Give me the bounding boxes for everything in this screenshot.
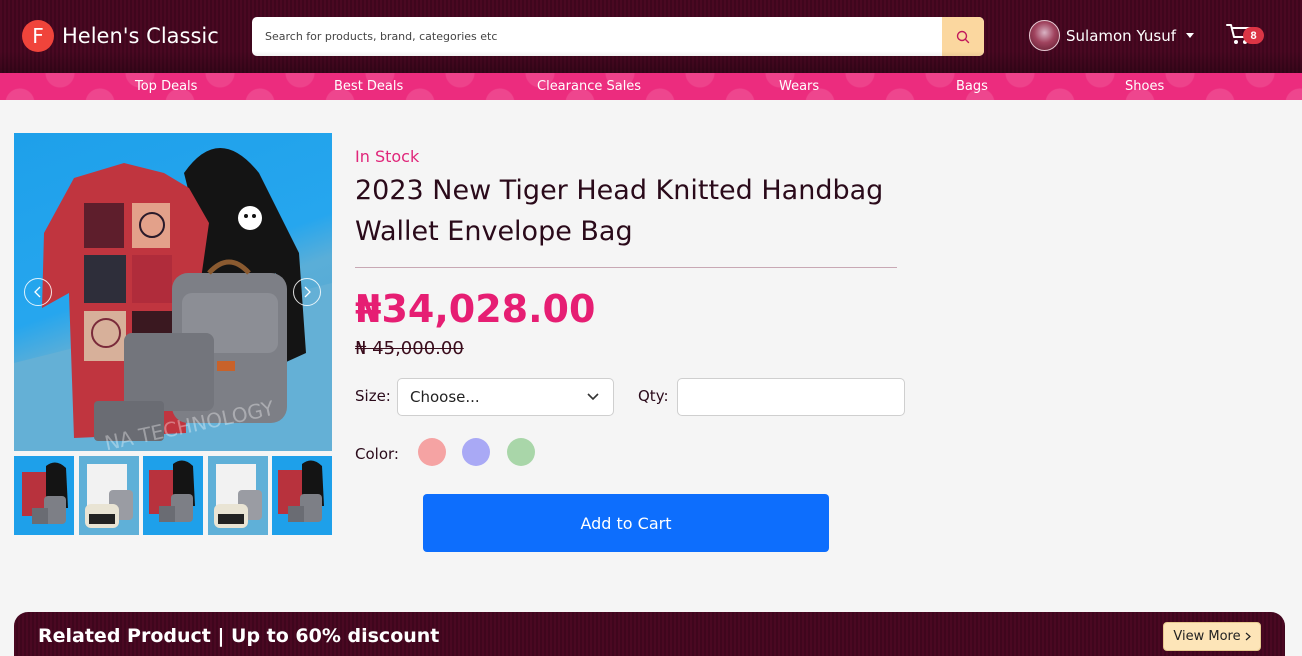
size-label: Size: bbox=[355, 387, 391, 405]
gallery-thumbnail-5[interactable] bbox=[272, 456, 332, 535]
product-main-image: NA TECHNOLOGY bbox=[14, 133, 332, 451]
search-bar bbox=[252, 17, 984, 56]
chevron-right-icon bbox=[1245, 632, 1251, 641]
category-nav: Top Deals Best Deals Clearance Sales Wea… bbox=[0, 73, 1302, 100]
related-title: Related Product | Up to 60% discount bbox=[38, 625, 440, 647]
gallery-next-button[interactable] bbox=[293, 278, 321, 306]
search-icon bbox=[956, 30, 970, 43]
product-price: ₦34,028.00 bbox=[355, 287, 596, 331]
gallery-thumbnail-4[interactable] bbox=[208, 456, 268, 535]
avatar bbox=[1029, 20, 1060, 51]
gallery-thumbnail-3[interactable] bbox=[143, 456, 203, 535]
gallery-thumbnail-2[interactable] bbox=[79, 456, 139, 535]
size-select-value: Choose... bbox=[410, 388, 480, 406]
nav-item-bags[interactable]: Bags bbox=[956, 79, 988, 94]
color-swatch-blue[interactable] bbox=[462, 438, 490, 466]
view-more-button[interactable]: View More bbox=[1163, 622, 1261, 651]
related-products-banner: Related Product | Up to 60% discount Vie… bbox=[14, 612, 1285, 656]
size-select[interactable]: Choose... bbox=[397, 378, 614, 416]
thumbnail-image bbox=[208, 456, 268, 535]
color-swatch-red[interactable] bbox=[418, 438, 446, 466]
cart-button[interactable]: 8 bbox=[1226, 22, 1266, 52]
view-more-label: View More bbox=[1173, 629, 1241, 644]
gallery-thumbnail-1[interactable] bbox=[14, 456, 74, 535]
nav-item-wears[interactable]: Wears bbox=[779, 79, 819, 94]
cart-count-badge: 8 bbox=[1243, 27, 1264, 44]
thumbnail-image bbox=[79, 456, 139, 535]
nav-item-clearance-sales[interactable]: Clearance Sales bbox=[537, 79, 641, 94]
thumbnail-image bbox=[143, 456, 203, 535]
chevron-right-icon bbox=[304, 286, 311, 298]
nav-item-top-deals[interactable]: Top Deals bbox=[135, 79, 197, 94]
color-swatch-green[interactable] bbox=[507, 438, 535, 466]
user-name: Sulamon Yusuf bbox=[1066, 26, 1177, 45]
nav-item-best-deals[interactable]: Best Deals bbox=[334, 79, 403, 94]
chevron-left-icon bbox=[34, 286, 41, 298]
qty-input[interactable] bbox=[677, 378, 905, 416]
thumbnail-image bbox=[16, 458, 72, 533]
divider bbox=[355, 267, 897, 268]
thumbnail-image bbox=[272, 456, 332, 535]
qty-label: Qty: bbox=[638, 387, 669, 405]
original-price: ₦ 45,000.00 bbox=[355, 338, 464, 359]
caret-down-icon bbox=[1186, 33, 1195, 38]
brand-logo[interactable]: F Helen's Classic bbox=[22, 20, 219, 52]
gallery-prev-button[interactable] bbox=[24, 278, 52, 306]
logo-icon: F bbox=[22, 20, 54, 52]
user-menu[interactable]: Sulamon Yusuf bbox=[1029, 20, 1195, 51]
brand-name: Helen's Classic bbox=[62, 24, 219, 48]
nav-item-shoes[interactable]: Shoes bbox=[1125, 79, 1164, 94]
product-title: 2023 New Tiger Head Knitted Handbag Wall… bbox=[355, 175, 884, 247]
chevron-down-icon bbox=[587, 393, 599, 401]
search-input[interactable] bbox=[252, 17, 942, 56]
product-photo: NA TECHNOLOGY bbox=[14, 148, 332, 451]
search-button[interactable] bbox=[942, 17, 984, 56]
color-label: Color: bbox=[355, 445, 399, 463]
add-to-cart-button[interactable]: Add to Cart bbox=[423, 494, 829, 552]
top-navbar: F Helen's Classic Sulamon Yusuf 8 bbox=[0, 0, 1302, 73]
stock-status: In Stock bbox=[355, 147, 420, 166]
